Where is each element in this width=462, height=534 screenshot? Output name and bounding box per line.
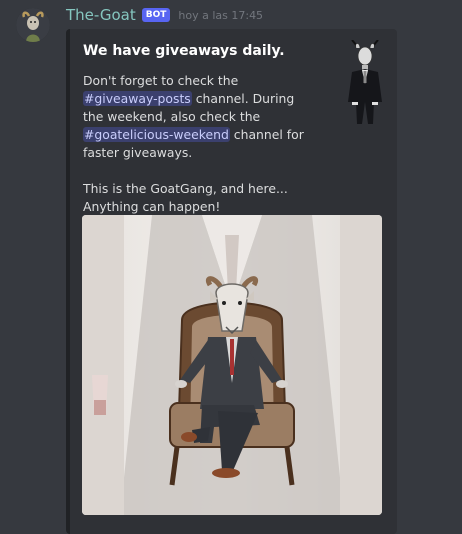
desc-line-a: This is the GoatGang, and here... xyxy=(83,181,288,196)
desc-text-1: Don't forget to check the xyxy=(83,73,239,88)
embed-paragraph-1: Don't forget to check the #giveaway-post… xyxy=(83,72,315,162)
bot-avatar[interactable] xyxy=(16,8,50,42)
bot-badge: BOT xyxy=(141,8,171,22)
message-header: The-Goat BOT hoy a las 17:45 xyxy=(66,4,263,26)
channel-mention-giveaway-posts[interactable]: #giveaway-posts xyxy=(83,91,192,106)
embed-image-goat-on-throne[interactable] xyxy=(82,215,382,515)
embed-title: We have giveaways daily. xyxy=(83,43,285,59)
message-timestamp[interactable]: hoy a las 17:45 xyxy=(178,9,263,22)
bot-username[interactable]: The-Goat xyxy=(66,6,136,24)
message-embed: We have giveaways daily. Don't forget to… xyxy=(66,29,397,534)
embed-paragraph-2: This is the GoatGang, and here... Anythin… xyxy=(83,180,315,216)
channel-mention-goatelicious-weekend[interactable]: #goatelicious-weekend xyxy=(83,127,230,142)
desc-line-b: Anything can happen! xyxy=(83,199,221,214)
embed-thumbnail-goat-in-suit[interactable] xyxy=(340,40,390,124)
embed-description: Don't forget to check the #giveaway-post… xyxy=(83,72,315,216)
